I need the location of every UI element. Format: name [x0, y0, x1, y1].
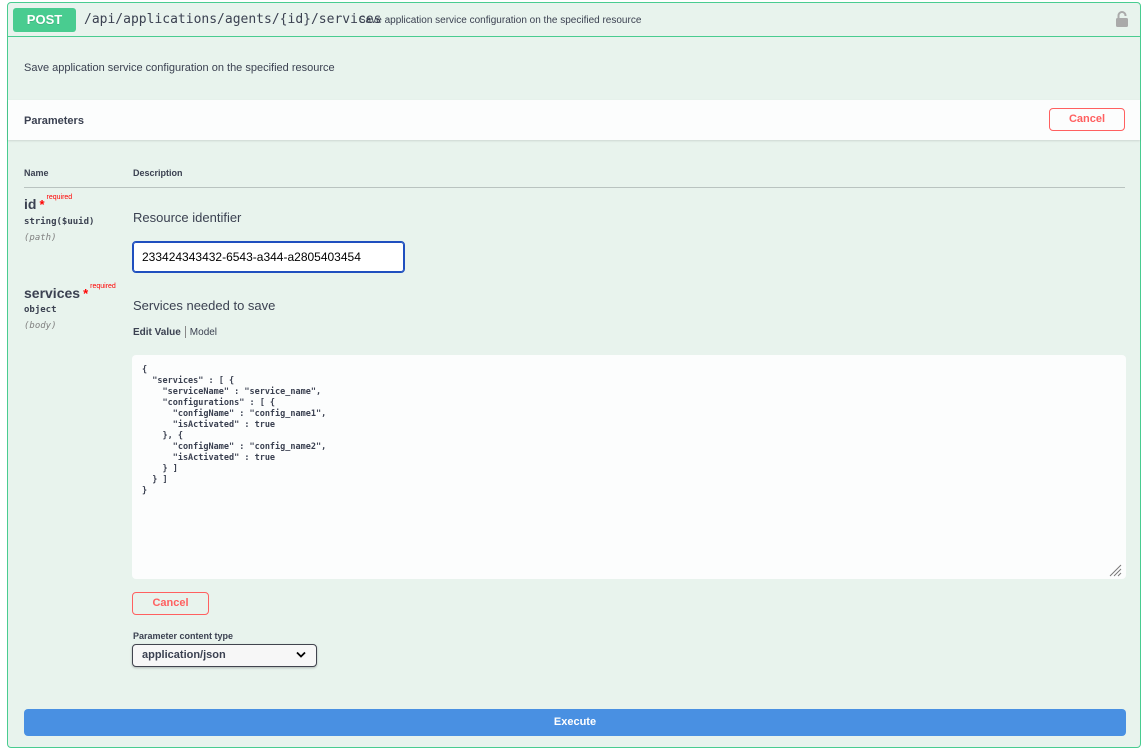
column-header-name: Name: [24, 168, 49, 178]
id-input[interactable]: [132, 241, 405, 273]
param-services-description: Services needed to save: [133, 298, 276, 313]
summary-description: Save application service configuration o…: [359, 15, 642, 26]
param-id-type: string($uuid): [24, 217, 95, 227]
content-type-value: application/json: [142, 649, 226, 661]
operation-description: Save application service configuration o…: [24, 62, 335, 74]
body-cancel-button[interactable]: Cancel: [132, 592, 209, 615]
param-id-label: id: [24, 196, 37, 212]
parameters-header: Parameters Cancel: [8, 100, 1140, 140]
param-services-location: (body): [24, 321, 57, 331]
required-star: *: [83, 286, 89, 301]
required-label: required: [90, 283, 116, 290]
tab-edit-value[interactable]: Edit Value: [133, 327, 181, 338]
param-id-description: Resource identifier: [133, 210, 242, 225]
try-out-cancel-button[interactable]: Cancel: [1049, 108, 1125, 131]
resize-grip-icon[interactable]: [1108, 563, 1122, 577]
method-badge: POST: [13, 8, 76, 32]
post-operation-block: POST /api/applications/agents/{id}/servi…: [7, 2, 1141, 748]
operation-summary[interactable]: POST /api/applications/agents/{id}/servi…: [8, 3, 1140, 37]
tab-divider: [184, 326, 186, 338]
param-id-name: id * required: [24, 194, 73, 214]
parameters-title: Parameters: [24, 115, 84, 127]
param-id-location: (path): [24, 233, 57, 243]
header-divider: [24, 187, 1125, 188]
tab-model[interactable]: Model: [190, 327, 217, 338]
required-star: *: [39, 197, 45, 212]
param-services-type: object: [24, 305, 57, 315]
chevron-down-icon: [296, 651, 306, 658]
body-tabs: Edit Value Model: [133, 326, 217, 338]
execute-button[interactable]: Execute: [24, 709, 1126, 736]
column-header-description: Description: [133, 168, 183, 178]
endpoint-path: /api/applications/agents/{id}/services: [84, 12, 382, 27]
content-type-select[interactable]: application/json: [132, 644, 317, 667]
param-services-label: services: [24, 285, 81, 301]
required-label: required: [46, 194, 73, 201]
lock-icon[interactable]: [1115, 11, 1129, 28]
param-services-name: services * required: [24, 283, 116, 303]
content-type-label: Parameter content type: [133, 631, 234, 641]
request-body-editor[interactable]: { "services" : [ { "serviceName" : "serv…: [132, 355, 1126, 579]
